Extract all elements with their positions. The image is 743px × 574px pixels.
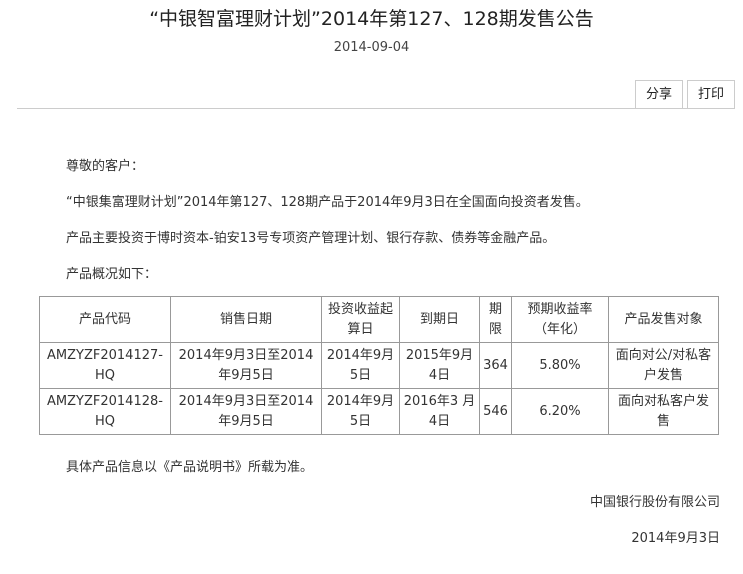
header-target-customers: 产品发售对象: [608, 296, 719, 343]
action-bar: 分享 打印: [634, 80, 735, 109]
cell-maturity-date: 2015年9月4日: [399, 342, 480, 389]
overview-label: 产品概况如下：: [66, 267, 158, 282]
header-product-code: 产品代码: [39, 296, 171, 343]
table-row: AMZYZF2014127-HQ 2014年9月3日至2014年9月5日 201…: [39, 342, 719, 389]
table-header-row: 产品代码 销售日期 投资收益起算日 到期日 期限 预期收益率（年化） 产品发售对…: [39, 296, 719, 343]
header-sale-date: 销售日期: [170, 296, 322, 343]
signature-company: 中国银行股份有限公司: [589, 495, 720, 510]
product-table: 产品代码 销售日期 投资收益起算日 到期日 期限 预期收益率（年化） 产品发售对…: [39, 296, 719, 435]
cell-expected-yield: 5.80%: [511, 342, 609, 389]
cell-target-customers: 面向对公/对私客户发售: [608, 342, 719, 389]
signature-date: 2014年9月3日: [631, 531, 720, 546]
investment-paragraph: 产品主要投资于博时资本-铂安13号专项资产管理计划、银行存款、债券等金融产品。: [66, 231, 556, 246]
cell-product-code: AMZYZF2014128-HQ: [39, 388, 171, 435]
cell-value-date: 2014年9月5日: [321, 342, 400, 389]
header-divider: [17, 108, 735, 109]
table-row: AMZYZF2014128-HQ 2014年9月3日至2014年9月5日 201…: [39, 388, 719, 435]
salutation: 尊敬的客户：: [66, 159, 145, 174]
cell-sale-date: 2014年9月3日至2014年9月5日: [170, 388, 322, 435]
print-button[interactable]: 打印: [686, 80, 735, 109]
announcement-paragraph: “中银集富理财计划”2014年第127、128期产品于2014年9月3日在全国面…: [66, 195, 589, 210]
cell-expected-yield: 6.20%: [511, 388, 609, 435]
header-term: 期限: [479, 296, 512, 343]
header-maturity-date: 到期日: [399, 296, 480, 343]
page-title: “中银智富理财计划”2014年第127、128期发售公告: [149, 8, 594, 30]
footer-note: 具体产品信息以《产品说明书》所载为准。: [66, 460, 314, 475]
header-expected-yield: 预期收益率（年化）: [511, 296, 609, 343]
cell-sale-date: 2014年9月3日至2014年9月5日: [170, 342, 322, 389]
cell-product-code: AMZYZF2014127-HQ: [39, 342, 171, 389]
cell-value-date: 2014年9月5日: [321, 388, 400, 435]
cell-term: 364: [479, 342, 512, 389]
cell-maturity-date: 2016年3 月4日: [399, 388, 480, 435]
cell-target-customers: 面向对私客户发售: [608, 388, 719, 435]
header-value-date: 投资收益起算日: [321, 296, 400, 343]
cell-term: 546: [479, 388, 512, 435]
publish-date: 2014-09-04: [333, 40, 410, 55]
share-button[interactable]: 分享: [634, 80, 683, 109]
